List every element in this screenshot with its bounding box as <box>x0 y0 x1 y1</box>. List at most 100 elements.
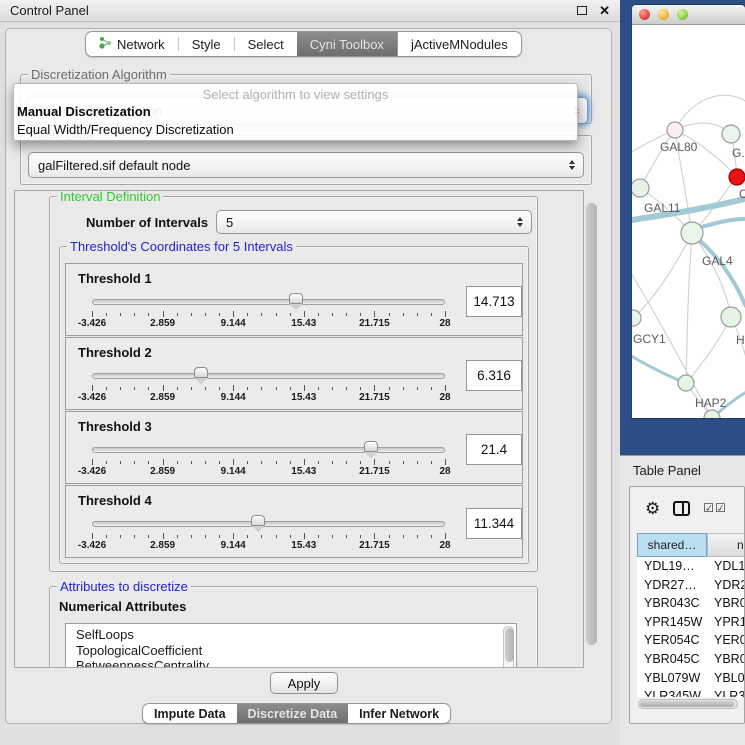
table-horizontal-scrollbar[interactable] <box>638 699 738 709</box>
slider-scale-label: 9.144 <box>221 466 246 477</box>
network-thick-edge <box>698 219 745 228</box>
columns-icon[interactable] <box>673 501 690 516</box>
tab-infer-network[interactable]: Infer Network <box>348 704 450 723</box>
tab-network[interactable]: Network <box>86 32 178 56</box>
table-data-combo[interactable]: galFiltered.sif default node <box>28 152 584 178</box>
table-row[interactable]: YPR145WYPR1 <box>637 613 744 632</box>
threshold-slider-track[interactable] <box>92 447 445 453</box>
dropdown-prompt: Select algorithm to view settings <box>14 86 577 103</box>
slider-scale-label: 21.715 <box>359 466 390 477</box>
panel-title: Control Panel <box>10 3 89 18</box>
tab-cyni-toolbox-label: Cyni Toolbox <box>310 37 384 52</box>
threshold-slider-thumb[interactable] <box>194 367 208 378</box>
threshold-4-value-field[interactable]: 11.344 <box>466 508 522 539</box>
table-row[interactable]: YBR045CYBR0 <box>637 650 744 669</box>
threshold-slider-track[interactable] <box>92 521 445 527</box>
slider-ticks <box>92 385 445 392</box>
zoom-traffic-light-icon[interactable] <box>677 9 688 20</box>
attribute-list-item[interactable]: TopologicalCoefficient <box>76 643 516 659</box>
cell-shared-name: YBR045C <box>637 650 707 669</box>
network-node[interactable] <box>667 122 683 138</box>
threshold-slider-thumb[interactable] <box>251 515 265 526</box>
threshold-1-value: 14.713 <box>473 294 514 309</box>
numerical-attributes-list[interactable]: SelfLoopsTopologicalCoefficientBetweenne… <box>65 623 517 668</box>
slider-scale-label: 15.43 <box>291 392 316 403</box>
threshold-3-value-field[interactable]: 21.4 <box>466 434 522 465</box>
network-node[interactable] <box>721 307 741 327</box>
tab-jactivemnodules-label: jActiveMNodules <box>411 37 508 52</box>
column-header-shared-name[interactable]: shared… <box>637 533 707 557</box>
network-node[interactable] <box>681 222 703 244</box>
network-node[interactable] <box>678 375 694 391</box>
threshold-3-value: 21.4 <box>481 442 507 457</box>
checkbox-icons[interactable]: ☑☑ <box>703 501 727 515</box>
network-node-label: C <box>739 187 745 201</box>
table-row[interactable]: YBL079WYBL0 <box>637 669 744 688</box>
slider-scale-label: 28 <box>439 540 450 551</box>
network-icon <box>99 36 112 52</box>
cell-shared-name: YER054C <box>637 631 707 650</box>
tab-style-label: Style <box>192 37 221 52</box>
slider-scale-label: 28 <box>439 392 450 403</box>
network-node[interactable] <box>632 179 649 197</box>
table-row[interactable]: YLR345WYLR3 <box>637 687 744 697</box>
threshold-slider-track[interactable] <box>92 299 445 305</box>
threshold-1-value-field[interactable]: 14.713 <box>466 286 522 317</box>
control-panel-tabs: Network Style Select Cyni Toolbox jActiv… <box>85 31 522 57</box>
tab-impute-data[interactable]: Impute Data <box>143 704 237 723</box>
slider-scale-label: 2.859 <box>150 392 175 403</box>
network-canvas[interactable]: GAL80G.CGAL11GAL4HGCY1HAP2 <box>632 25 745 418</box>
slider-scale-label: -3.426 <box>78 318 106 329</box>
slider-ticks <box>92 459 445 466</box>
tab-infer-network-label: Infer Network <box>359 707 439 721</box>
attribute-list-item[interactable]: SelfLoops <box>76 627 516 643</box>
tab-cyni-toolbox[interactable]: Cyni Toolbox <box>297 32 397 56</box>
network-node-label: G. <box>732 146 745 160</box>
node-table: shared… name YDL19…YDL1YDR27…YDR2YBR043C… <box>637 533 744 697</box>
tab-select-label: Select <box>248 37 284 52</box>
threshold-slider-thumb[interactable] <box>289 293 303 304</box>
attributes-scrollbar[interactable] <box>503 626 514 668</box>
control-panel: Control Panel ✕ Network Style Select Cyn… <box>0 0 620 745</box>
table-data-combo-value: galFiltered.sif default node <box>38 158 190 173</box>
dropdown-option-equal-width[interactable]: Equal Width/Frequency Discretization <box>14 121 577 139</box>
cyni-bottom-tabs: Impute Data Discretize Data Infer Networ… <box>142 703 451 724</box>
slider-scale-label: 9.144 <box>221 392 246 403</box>
numerical-attributes-label: Numerical Attributes <box>59 599 186 614</box>
cell-shared-name: YDL19… <box>637 557 707 576</box>
table-row[interactable]: YBR043CYBR0 <box>637 594 744 613</box>
tab-jactivemnodules[interactable]: jActiveMNodules <box>397 32 521 56</box>
network-node[interactable] <box>729 169 745 185</box>
network-window[interactable]: GAL80G.CGAL11GAL4HGCY1HAP2 <box>632 5 745 418</box>
slider-scale-label: 28 <box>439 318 450 329</box>
cell-shared-name: YDR27… <box>637 576 707 595</box>
network-node-label: GAL80 <box>660 140 698 154</box>
threshold-2-value-field[interactable]: 6.316 <box>466 360 522 391</box>
attribute-list-item[interactable]: BetweennessCentrality <box>76 658 516 668</box>
minimize-traffic-light-icon[interactable] <box>658 9 669 20</box>
network-node-label: GAL4 <box>702 254 733 268</box>
num-intervals-combo[interactable]: 5 <box>216 210 532 234</box>
apply-button[interactable]: Apply <box>270 672 338 694</box>
threshold-slider-thumb[interactable] <box>364 441 378 452</box>
tab-impute-data-label: Impute Data <box>154 707 226 721</box>
slider-scale-label: 2.859 <box>150 540 175 551</box>
settings-scrollbar[interactable] <box>585 191 598 667</box>
tab-select[interactable]: Select <box>235 32 297 56</box>
dropdown-option-manual[interactable]: Manual Discretization <box>14 103 577 121</box>
thresholds-group-title: Threshold's Coordinates for 5 Intervals <box>67 239 296 254</box>
close-traffic-light-icon[interactable] <box>639 9 650 20</box>
tab-discretize-data[interactable]: Discretize Data <box>237 704 349 723</box>
threshold-slider-track[interactable] <box>92 373 445 379</box>
table-row[interactable]: YDR27…YDR2 <box>637 576 744 595</box>
slider-scale-label: 28 <box>439 466 450 477</box>
network-node-label: GCY1 <box>633 332 666 346</box>
table-row[interactable]: YER054CYER0 <box>637 631 744 650</box>
table-row[interactable]: YDL19…YDL1 <box>637 557 744 576</box>
float-window-icon[interactable] <box>577 6 587 15</box>
tab-style[interactable]: Style <box>179 32 234 56</box>
network-node[interactable] <box>722 125 740 143</box>
column-header-name[interactable]: name <box>707 533 744 557</box>
gear-icon[interactable]: ⚙ <box>645 500 660 517</box>
close-panel-icon[interactable]: ✕ <box>599 4 610 17</box>
